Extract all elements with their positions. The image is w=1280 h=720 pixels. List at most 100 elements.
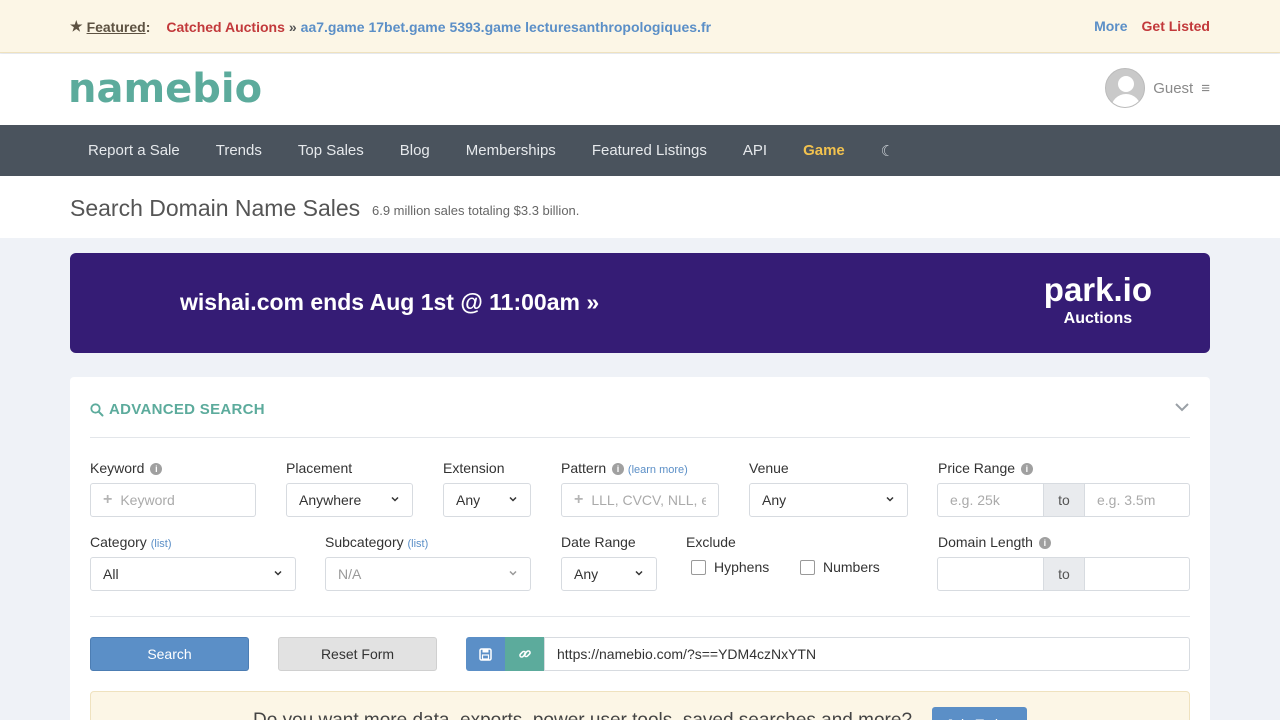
featured-domain-link[interactable]: 17bet.game <box>368 19 445 35</box>
price-range-label: Price Range i <box>938 460 1033 476</box>
upsell-text: Do you want more data, exports, power us… <box>253 710 912 720</box>
category-label-text: Category <box>90 534 147 550</box>
chevron-down-icon <box>508 493 518 507</box>
price-to-placeholder: e.g. 3.5m <box>1097 492 1156 508</box>
advanced-search-title: ADVANCED SEARCH <box>109 401 265 418</box>
nav-memberships[interactable]: Memberships <box>448 142 574 159</box>
featured-actions: More Get Listed <box>1094 18 1210 34</box>
learn-more-link[interactable]: learn more <box>632 464 685 476</box>
length-to-input[interactable] <box>1084 557 1190 591</box>
checkbox-box[interactable] <box>800 559 815 575</box>
advanced-search-heading[interactable]: ADVANCED SEARCH <box>90 401 265 418</box>
user-avatar-icon[interactable] <box>1105 68 1146 108</box>
nav-report-a-sale[interactable]: Report a Sale <box>70 142 198 159</box>
chevron-down-icon <box>508 567 518 581</box>
date-range-value: Any <box>574 566 599 582</box>
exclude-numbers-label: Numbers <box>823 559 880 575</box>
save-icon[interactable] <box>466 637 505 671</box>
park-io-subtitle: Auctions <box>1063 310 1133 327</box>
date-range-select[interactable]: Any <box>561 557 657 591</box>
chevron-down-icon <box>273 567 283 581</box>
banner-text[interactable]: wishai.com ends Aug 1st @ 11:00am » <box>180 289 599 316</box>
share-url-value: https://namebio.com/?s==YDM4czNxYTN <box>557 646 817 662</box>
length-to-addon: to <box>1044 557 1084 591</box>
venue-value: Any <box>762 492 787 508</box>
pattern-learn-more-wrap: (learn more) <box>627 464 688 476</box>
info-icon[interactable]: i <box>612 463 625 475</box>
category-select[interactable]: All <box>90 557 296 591</box>
subcategory-list-link[interactable]: list <box>411 538 424 550</box>
price-to-input[interactable]: e.g. 3.5m <box>1084 483 1190 517</box>
featured-domain-link[interactable]: 5393.game <box>450 19 522 35</box>
star-icon: ★ <box>70 18 83 34</box>
page-title: Search Domain Name Sales <box>70 195 361 221</box>
divider <box>90 437 1190 438</box>
subcategory-value: N/A <box>338 566 362 582</box>
featured-domain-link[interactable]: aa7.game <box>301 19 365 35</box>
user-name[interactable]: Guest <box>1153 80 1193 97</box>
venue-select[interactable]: Any <box>749 483 908 517</box>
join-today-button[interactable]: Join Today <box>932 707 1027 720</box>
length-from-input[interactable] <box>937 557 1044 591</box>
info-icon[interactable]: i <box>150 463 163 475</box>
membership-upsell: Do you want more data, exports, power us… <box>90 691 1190 720</box>
placement-value: Anywhere <box>299 492 362 508</box>
link-icon[interactable] <box>505 637 544 671</box>
reset-form-button[interactable]: Reset Form <box>278 637 437 671</box>
nav-blog[interactable]: Blog <box>382 142 448 159</box>
extension-select[interactable]: Any <box>443 483 531 517</box>
price-from-placeholder: e.g. 25k <box>950 492 1000 508</box>
nav-top-sales[interactable]: Top Sales <box>280 142 382 159</box>
hamburger-icon[interactable]: ≡ <box>1201 80 1210 97</box>
price-from-input[interactable]: e.g. 25k <box>937 483 1044 517</box>
info-icon[interactable]: i <box>1020 463 1033 475</box>
pattern-label: Pattern i (learn more) <box>561 460 688 476</box>
featured-separator: » <box>288 18 297 35</box>
featured-bar: ★ Featured : Catched Auctions » aa7.game… <box>0 0 1280 53</box>
page-subtitle: 6.9 million sales totaling $3.3 billion. <box>372 203 580 218</box>
extension-value: Any <box>456 492 481 508</box>
nav-featured-listings[interactable]: Featured Listings <box>574 142 725 159</box>
user-menu[interactable]: Guest ≡ <box>1105 68 1210 108</box>
info-icon[interactable]: i <box>1038 537 1051 549</box>
search-icon <box>90 402 104 416</box>
share-url-input[interactable]: https://namebio.com/?s==YDM4czNxYTN <box>544 637 1190 671</box>
placement-select[interactable]: Anywhere <box>286 483 413 517</box>
category-list-link[interactable]: list <box>154 538 167 550</box>
pattern-input[interactable]: + LLL, CVCV, NLL, e <box>561 483 719 517</box>
exclude-hyphens-label: Hyphens <box>714 559 770 575</box>
park-io-logo[interactable]: park.io Auctions <box>1044 271 1152 329</box>
checkbox-box[interactable] <box>691 559 706 575</box>
featured-link[interactable]: Featured <box>87 19 146 35</box>
keyword-input[interactable]: + Keyword <box>90 483 256 517</box>
park-io-banner[interactable]: wishai.com ends Aug 1st @ 11:00am » park… <box>70 253 1210 353</box>
exclude-label: Exclude <box>686 534 736 550</box>
nav-game[interactable]: Game <box>785 142 863 159</box>
divider <box>90 616 1190 617</box>
exclude-numbers-checkbox[interactable]: Numbers <box>800 559 880 575</box>
title-bar: Search Domain Name Sales 6.9 million sal… <box>0 176 1280 238</box>
get-listed-link[interactable]: Get Listed <box>1142 18 1210 34</box>
namebio-logo[interactable]: namebio <box>68 67 262 111</box>
park-io-name: park.io <box>1043 271 1152 308</box>
catched-auctions-link[interactable]: Catched Auctions <box>166 19 285 35</box>
keyword-label: Keyword i <box>90 460 163 476</box>
collapse-chevron-icon[interactable] <box>1174 399 1190 417</box>
pattern-placeholder: LLL, CVCV, NLL, e <box>591 492 706 508</box>
subcategory-label: Subcategory (list) <box>325 534 428 550</box>
chevron-down-icon <box>634 567 644 581</box>
nav-api[interactable]: API <box>725 142 785 159</box>
nav-trends[interactable]: Trends <box>198 142 280 159</box>
featured-list: ★ Featured : Catched Auctions » aa7.game… <box>70 18 715 35</box>
date-range-label: Date Range <box>561 534 636 550</box>
featured-domain-link[interactable]: lecturesanthropologiques.fr <box>525 19 711 35</box>
plus-icon: + <box>103 491 113 508</box>
subcategory-select[interactable]: N/A <box>325 557 531 591</box>
site-header: namebio Guest ≡ <box>0 54 1280 125</box>
more-link[interactable]: More <box>1094 18 1127 34</box>
exclude-hyphens-checkbox[interactable]: Hyphens <box>691 559 769 575</box>
domain-length-label-text: Domain Length <box>938 534 1033 550</box>
moon-icon[interactable]: ☾ <box>863 142 912 160</box>
subcategory-label-text: Subcategory <box>325 534 404 550</box>
search-button[interactable]: Search <box>90 637 249 671</box>
